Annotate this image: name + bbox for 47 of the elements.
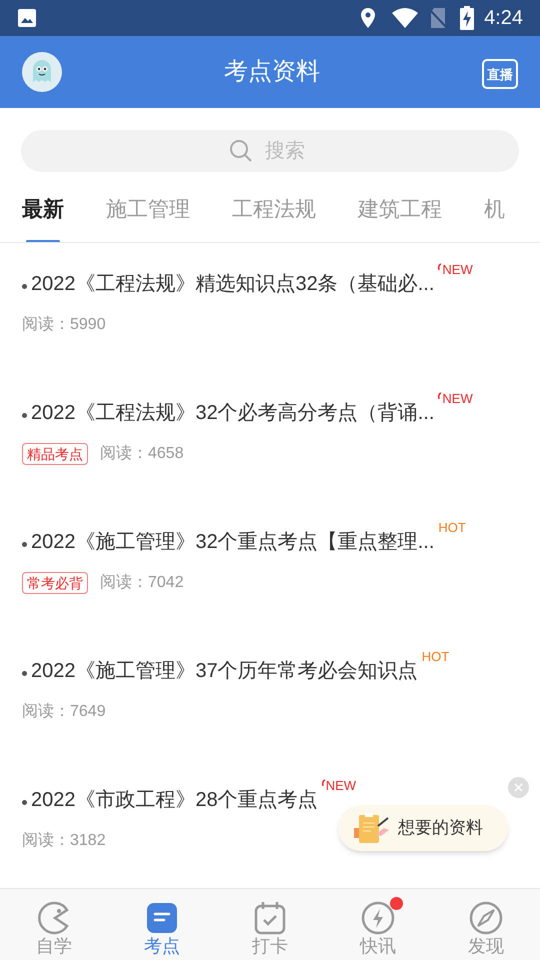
read-count: 阅读：7042: [100, 572, 184, 593]
avatar-icon[interactable]: [22, 52, 62, 92]
new-label: NEW: [438, 263, 473, 276]
live-button[interactable]: 直播: [482, 59, 518, 89]
image-icon: [17, 8, 37, 28]
article-title[interactable]: 2022《市政工程》28个重点考点: [31, 785, 318, 815]
article-title[interactable]: 2022《工程法规》精选知识点32条（基础必...: [31, 269, 434, 299]
article-title[interactable]: 2022《施工管理》37个历年常考必会知识点: [31, 656, 418, 686]
arc-icon: [322, 779, 326, 787]
read-count: 阅读：7649: [22, 702, 106, 722]
article-title[interactable]: 2022《工程法规》32个必考高分考点（背诵...: [31, 398, 434, 428]
nav-tab[interactable]: 快讯: [324, 889, 432, 960]
category-tab[interactable]: 机: [484, 190, 505, 242]
category-tab[interactable]: 建筑工程: [358, 190, 442, 242]
article-tag: 常考必背: [22, 572, 88, 594]
location-icon: [360, 7, 376, 29]
category-tab[interactable]: 施工管理: [106, 190, 190, 242]
article-tag: 精品考点: [22, 443, 88, 465]
read-count: 阅读：5990: [22, 314, 106, 335]
pacman-icon: [37, 901, 71, 935]
wifi-icon: [392, 8, 418, 28]
clock-time: 4:24: [484, 6, 523, 31]
nav-tab[interactable]: 自学: [0, 889, 108, 960]
arc-icon: [438, 263, 442, 271]
arc-icon: [438, 392, 442, 400]
nav-tab[interactable]: 打卡: [216, 889, 324, 960]
new-label: NEW: [322, 779, 356, 792]
category-tab[interactable]: 最新: [22, 190, 64, 242]
hot-label: HOT: [422, 650, 450, 663]
new-label: NEW: [438, 392, 473, 405]
clipboard-pen-icon: [354, 812, 390, 844]
page-title: 考点资料: [223, 57, 321, 87]
category-tab[interactable]: 工程法规: [232, 190, 316, 242]
close-icon: [514, 783, 523, 792]
hot-label: HOT: [438, 521, 466, 534]
document-icon: [146, 902, 178, 934]
request-materials-button[interactable]: 想要的资料: [338, 805, 508, 851]
battery-icon: [460, 6, 474, 30]
nav-tab[interactable]: 发现: [432, 889, 540, 960]
search-icon: [229, 139, 253, 163]
read-count: 阅读：3182: [22, 830, 106, 851]
calendar-check-icon: [254, 901, 286, 935]
nav-tab[interactable]: 考点: [108, 889, 216, 960]
lightning-icon: [361, 901, 395, 935]
article-title[interactable]: 2022《施工管理》32个重点考点【重点整理...: [31, 527, 434, 557]
compass-icon: [469, 901, 503, 935]
read-count: 阅读：4658: [100, 444, 184, 464]
